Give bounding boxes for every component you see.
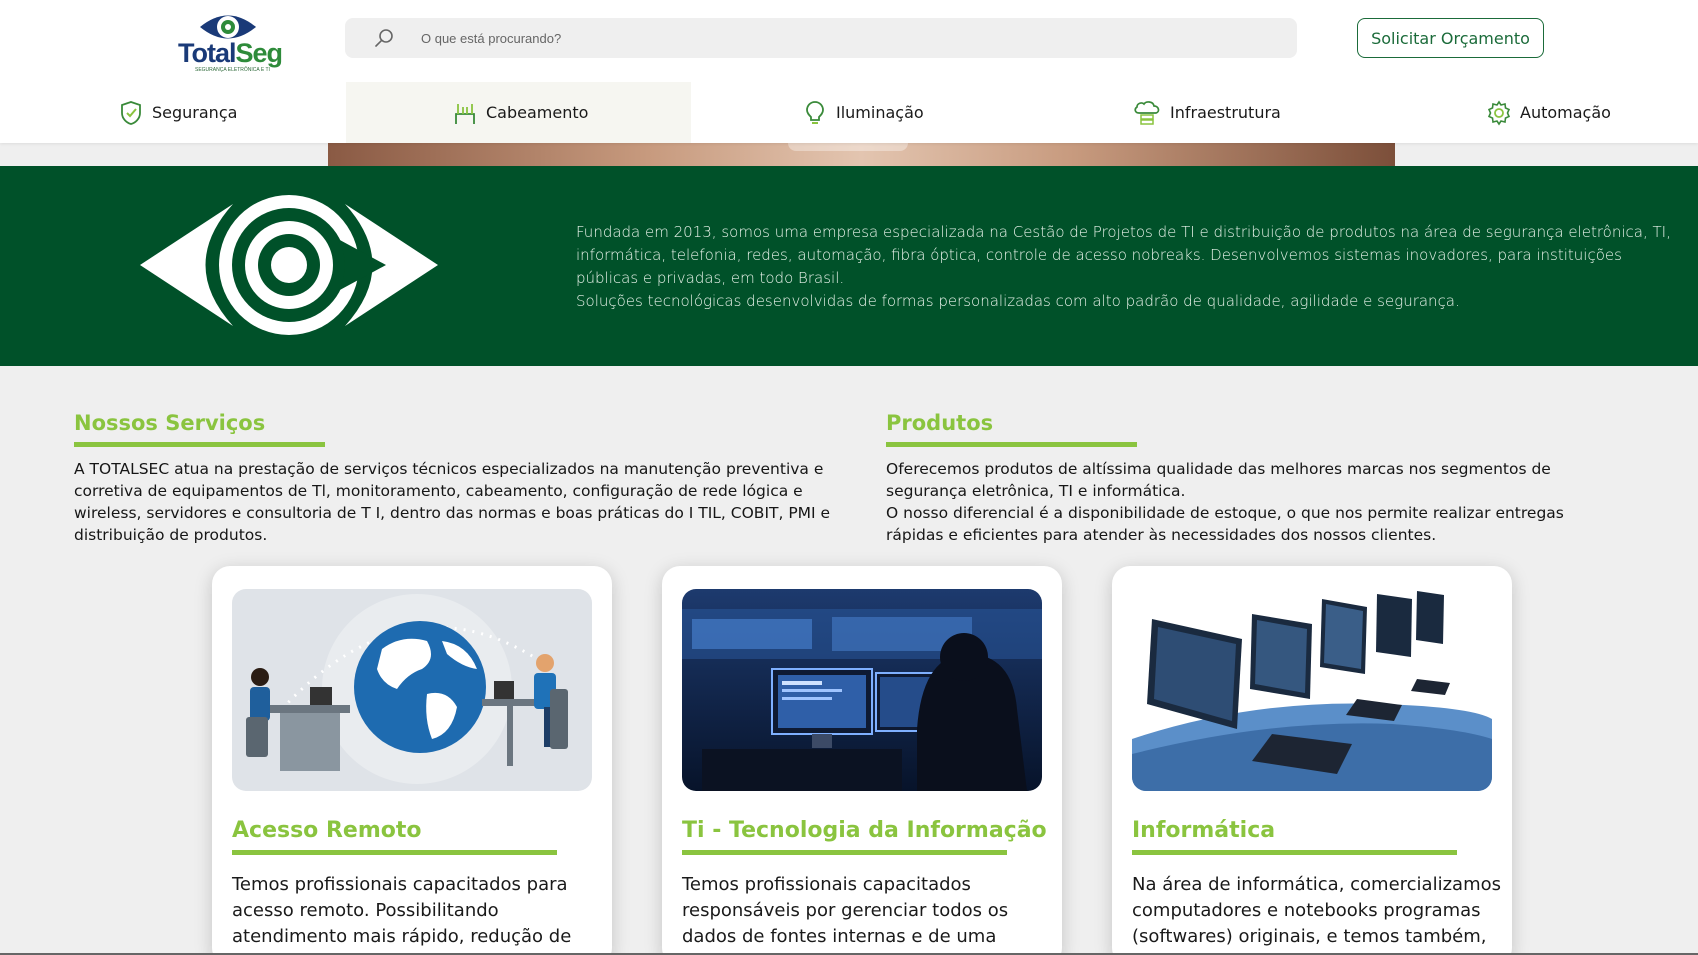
products-text: Oferecemos produtos de altíssima qualida… bbox=[886, 458, 1626, 546]
shield-check-icon bbox=[121, 100, 141, 125]
card-title: Acesso Remoto bbox=[232, 818, 422, 843]
nav-item-iluminacao[interactable]: Iluminação bbox=[802, 82, 924, 143]
card-text: Na área de informática, comercializamos … bbox=[1132, 874, 1501, 947]
search-icon[interactable] bbox=[373, 27, 395, 49]
nav-item-automacao[interactable]: Automação bbox=[1486, 82, 1611, 143]
products-underline bbox=[886, 442, 1137, 447]
products-title: Produtos bbox=[886, 411, 994, 435]
computer-lab-photo bbox=[1132, 589, 1492, 791]
service-card-informatica[interactable]: Informática Na área de informática, come… bbox=[1112, 566, 1512, 955]
request-quote-button[interactable]: Solicitar Orçamento bbox=[1357, 18, 1544, 58]
products-paragraph: Oferecemos produtos de altíssima qualida… bbox=[886, 460, 1551, 500]
it-operations-photo bbox=[682, 589, 1042, 791]
card-underline bbox=[682, 850, 1007, 855]
hero-banner-edge bbox=[328, 143, 1395, 166]
services-text: A TOTALSEC atua na prestação de serviços… bbox=[74, 460, 831, 544]
logo-wordmark: TotalSeg bbox=[178, 38, 283, 68]
service-card-remote-access[interactable]: Acesso Remoto Temos profissionais capaci… bbox=[212, 566, 612, 955]
totalseg-logo[interactable]: TotalSeg SEGURANÇA ELETRÔNICA E TI bbox=[178, 10, 288, 73]
card-title: Ti - Tecnologia da Informação bbox=[682, 818, 1047, 843]
nav-item-cabeamento[interactable]: Cabeamento bbox=[452, 82, 588, 143]
nav-label: Automação bbox=[1520, 103, 1611, 122]
products-paragraph: O nosso diferencial é a disponibilidade … bbox=[886, 504, 1564, 544]
category-nav: Segurança Cabeamento Iluminação Infraest… bbox=[0, 82, 1698, 143]
nav-label: Iluminação bbox=[836, 103, 924, 122]
search-input[interactable] bbox=[421, 18, 1281, 58]
cable-connector-icon bbox=[455, 103, 475, 124]
about-section: Fundada em 2013, somos uma empresa espec… bbox=[0, 166, 1698, 366]
nav-item-seguranca[interactable]: Segurança bbox=[118, 82, 237, 143]
logo-tagline: SEGURANÇA ELETRÔNICA E TI bbox=[195, 67, 270, 73]
service-card-it[interactable]: Ti - Tecnologia da Informação Temos prof… bbox=[662, 566, 1062, 955]
card-title: Informática bbox=[1132, 818, 1276, 843]
card-text: Temos profissionais capacitados para ace… bbox=[232, 874, 572, 947]
nav-label: Segurança bbox=[152, 103, 238, 122]
services-underline bbox=[74, 442, 325, 447]
nav-label: Cabeamento bbox=[486, 103, 589, 122]
lightbulb-icon bbox=[806, 100, 824, 124]
card-text: Temos profissionais capacitados responsá… bbox=[682, 874, 1009, 947]
about-paragraph: Fundada em 2013, somos uma empresa espec… bbox=[576, 223, 1671, 287]
nav-item-infraestrutura[interactable]: Infraestrutura bbox=[1132, 82, 1281, 143]
gear-icon bbox=[1487, 100, 1511, 125]
search-bar bbox=[345, 18, 1297, 58]
site-header: TotalSeg SEGURANÇA ELETRÔNICA E TI Solic… bbox=[0, 0, 1698, 143]
card-underline bbox=[232, 850, 557, 855]
cloud-server-icon bbox=[1134, 100, 1160, 125]
card-underline bbox=[1132, 850, 1457, 855]
services-title: Nossos Serviços bbox=[74, 411, 266, 435]
nav-label: Infraestrutura bbox=[1170, 103, 1281, 122]
about-paragraph: Soluções tecnológicas desenvolvidas de f… bbox=[576, 292, 1460, 310]
remote-access-illustration bbox=[232, 589, 592, 791]
eye-logo-icon bbox=[140, 195, 438, 335]
about-description: Fundada em 2013, somos uma empresa espec… bbox=[576, 221, 1676, 313]
